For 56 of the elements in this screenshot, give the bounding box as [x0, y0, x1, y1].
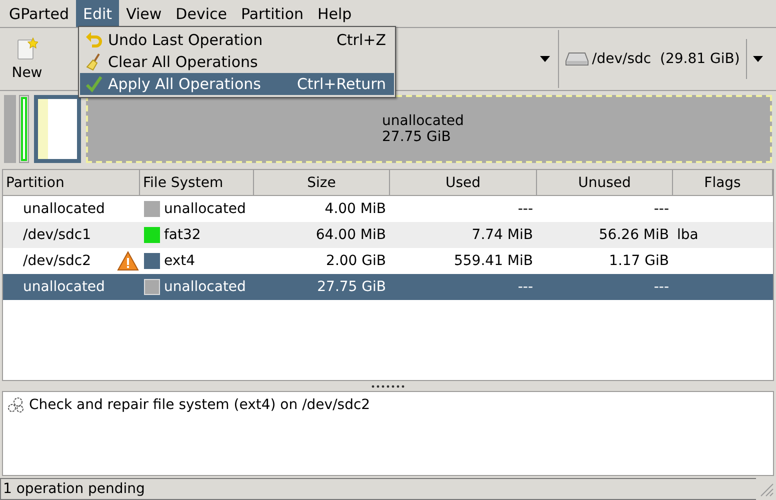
table-row[interactable]: unallocated unallocated 4.00 MiB --- --- — [3, 196, 773, 222]
checkmark-icon — [85, 75, 103, 93]
menu-item[interactable]: Apply All Operations Ctrl+Return — [80, 73, 394, 95]
status-text: 1 operation pending — [0, 478, 756, 500]
menu-item[interactable]: Edit — [76, 0, 120, 27]
table-cell: --- — [518, 201, 533, 217]
drive-icon — [565, 51, 589, 67]
column-header[interactable]: Used — [390, 170, 537, 196]
table-cell: unallocated — [164, 201, 246, 217]
table-cell: --- — [654, 201, 669, 217]
table-cell: --- — [518, 279, 533, 295]
table-cell: unallocated — [164, 279, 246, 295]
caret-icon[interactable] — [540, 56, 550, 62]
menu-item[interactable]: GParted — [2, 0, 76, 27]
table-cell: 4.00 MiB — [324, 201, 386, 217]
table-cell: lba — [677, 227, 698, 243]
partition-size: 27.75 GiB — [382, 129, 452, 145]
partition-block[interactable] — [34, 95, 81, 163]
table-row[interactable]: /dev/sdc1 fat32 64.00 MiB 7.74 MiB 56.26 MiB lba — [3, 222, 773, 248]
table-cell: 27.75 GiB — [317, 279, 386, 295]
operation-text: Check and repair file system (ext4) on /dev/sdc2 — [29, 397, 370, 413]
partition-block[interactable] — [19, 95, 29, 163]
table-cell: 1.17 GiB — [609, 253, 669, 269]
table-cell: unallocated — [23, 279, 105, 295]
table-cell: 56.26 MiB — [598, 227, 669, 243]
table-cell: 559.41 MiB — [454, 253, 533, 269]
new-document-icon — [16, 37, 38, 61]
resize-grip-icon[interactable] — [758, 481, 774, 497]
table-row[interactable]: /dev/sdc2 ext4 2.00 GiB 559.41 MiB 1.17 GiB — [3, 248, 773, 274]
table-cell: 64.00 MiB — [316, 227, 386, 243]
column-header[interactable]: File System — [140, 170, 254, 196]
table-cell: ext4 — [164, 253, 196, 269]
menu-item[interactable]: Undo Last Operation Ctrl+Z — [80, 29, 394, 51]
column-header[interactable]: Unused — [537, 170, 673, 196]
table-cell: fat32 — [164, 227, 201, 243]
device-selector[interactable]: /dev/sdc (29.81 GiB) — [558, 30, 776, 88]
column-header[interactable]: Partition — [3, 170, 140, 196]
table-cell: 7.74 MiB — [472, 227, 533, 243]
table-cell: /dev/sdc2 — [23, 253, 92, 269]
menu-item[interactable]: Device — [168, 0, 234, 27]
menu-item[interactable]: Clear All Operations — [80, 51, 394, 73]
menu-item[interactable]: Partition — [234, 0, 310, 27]
table-row[interactable]: unallocated unallocated 27.75 GiB --- --- — [3, 274, 773, 300]
table-cell: --- — [654, 279, 669, 295]
table-cell: unallocated — [23, 201, 105, 217]
partition-label: unallocated — [382, 113, 465, 129]
column-header[interactable]: Flags — [673, 170, 773, 196]
caret-icon — [752, 56, 763, 62]
pane-handle[interactable] — [370, 383, 406, 389]
column-header[interactable]: Size — [254, 170, 390, 196]
table-cell: /dev/sdc1 — [23, 227, 92, 243]
menu-item[interactable]: Help — [310, 0, 359, 27]
table-cell: 2.00 GiB — [326, 253, 386, 269]
menu-item[interactable]: View — [119, 0, 169, 27]
partition-block[interactable]: unallocated 27.75 GiB — [86, 95, 772, 163]
undo-arrow-icon — [85, 31, 103, 49]
